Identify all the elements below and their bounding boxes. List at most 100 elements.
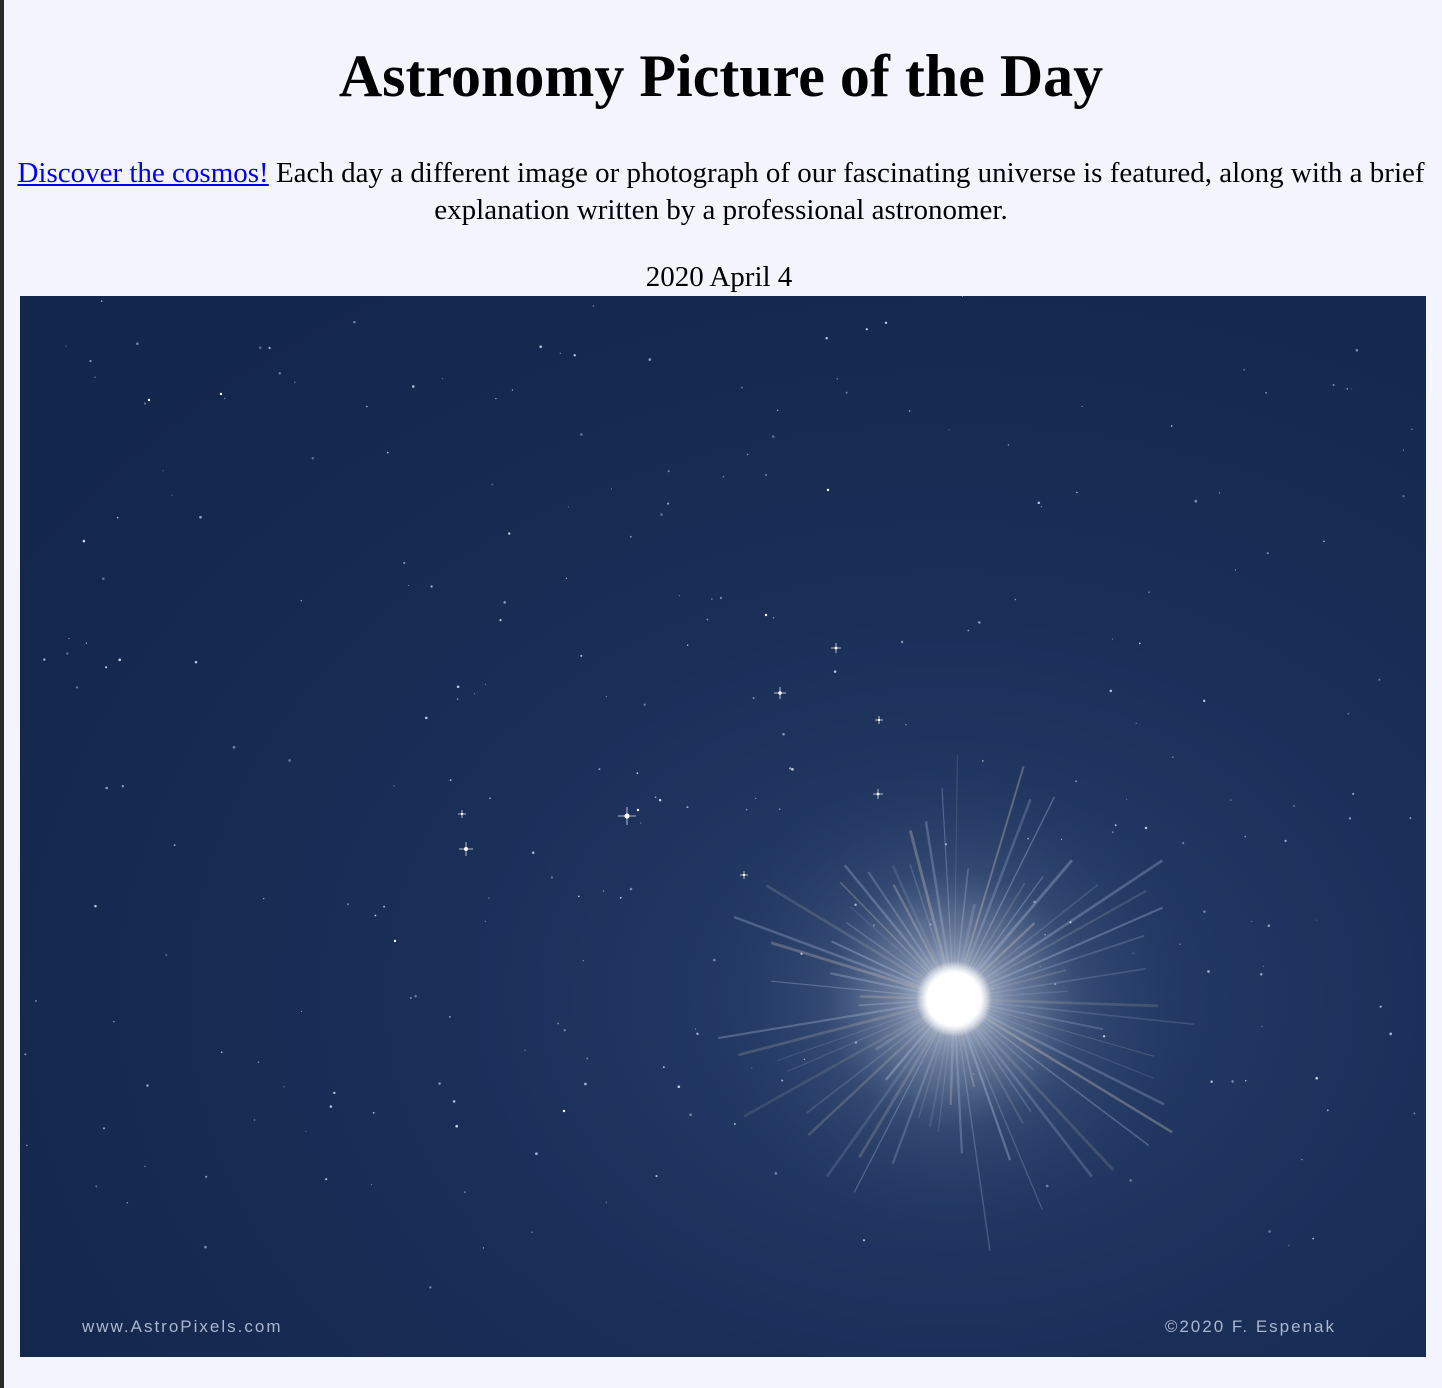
star [741,386,743,389]
star [1409,817,1412,820]
star [1231,1080,1234,1083]
star [499,619,502,622]
star [374,914,377,917]
star [171,494,173,496]
star [408,584,410,586]
watermark-left: www.AstroPixels.com [81,1317,282,1336]
star [26,1144,28,1146]
star [438,1082,441,1085]
star [1379,1005,1382,1008]
star [567,506,570,508]
star [1312,1237,1314,1240]
star [102,1127,106,1130]
star [105,786,109,790]
star [1348,817,1352,820]
star [978,621,981,624]
star [100,300,103,302]
star [602,890,605,892]
star [1347,712,1350,715]
star [403,562,406,564]
star [311,457,315,460]
star [711,598,713,600]
star [278,372,281,375]
star [495,397,497,400]
star [557,1022,559,1025]
star [1332,383,1335,387]
bright-star [826,488,830,492]
star [325,1178,328,1181]
star [686,806,689,809]
star [253,1119,256,1121]
star [232,745,236,749]
star [836,378,838,380]
star [65,345,67,347]
star [146,1084,149,1087]
star [629,887,633,891]
star [580,433,583,436]
star [948,429,950,431]
star [765,474,767,476]
star [776,409,779,412]
star [1352,792,1355,795]
star [283,1086,285,1088]
star [105,666,108,669]
discover-cosmos-link[interactable]: Discover the cosmos! [17,157,268,189]
star [305,1130,307,1132]
star [204,1245,207,1249]
star [301,1010,303,1013]
star [1315,1076,1318,1080]
star [772,617,775,619]
bright-star [393,939,397,943]
star [411,385,415,388]
star [333,1091,336,1095]
star [430,585,433,588]
star [94,904,97,908]
star [535,1152,538,1156]
star [1172,756,1174,758]
bright-star [219,392,223,396]
star [755,797,757,800]
star [573,354,576,357]
star [1076,491,1078,494]
watermark-right: ©2020 F. Espenak [1165,1317,1336,1336]
star [1266,552,1269,555]
star [1265,392,1267,394]
star [598,768,601,771]
star [34,999,37,1002]
star [414,995,417,998]
star [722,475,725,478]
star [372,1111,375,1114]
star [900,640,904,644]
star [126,1201,129,1204]
star [116,516,119,519]
star [456,685,460,689]
star [658,798,662,802]
star [1234,569,1237,571]
star [1301,1158,1303,1161]
star [1411,428,1413,430]
star [539,345,543,349]
star [1126,798,1128,800]
star [353,320,356,324]
star [511,389,514,391]
star [1037,501,1041,505]
star [586,1057,589,1060]
star [223,397,226,400]
star [24,1053,27,1056]
star [449,779,452,782]
star [845,391,848,394]
bright-star [636,808,640,812]
star [508,532,511,535]
star [429,1286,432,1289]
apod-image[interactable]: www.AstroPixels.com ©2020 F. Espenak [20,296,1426,1357]
star [654,796,657,799]
star [1243,368,1246,371]
star [782,732,785,736]
star [118,658,122,662]
star [101,577,105,581]
apod-date: 2020 April 4 [645,261,793,293]
star [967,629,970,632]
window-left-edge [0,0,4,1388]
star [833,670,837,673]
star [629,535,632,538]
